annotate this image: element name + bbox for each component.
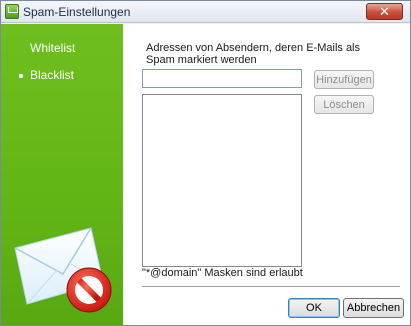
title-bar[interactable]: Spam-Einstellungen ✕ [1, 1, 410, 23]
address-input[interactable] [142, 69, 302, 88]
blocked-mail-icon [14, 227, 112, 313]
spam-settings-window: Spam-Einstellungen ✕ Whitelist Blacklist [0, 0, 411, 326]
close-button[interactable]: ✕ [366, 3, 403, 20]
selected-bullet-icon [19, 74, 23, 78]
app-icon [5, 4, 19, 19]
address-list[interactable] [142, 94, 302, 267]
add-button[interactable]: Hinzufügen [314, 70, 374, 89]
ok-button[interactable]: OK [288, 298, 340, 318]
cancel-button[interactable]: Abbrechen [343, 298, 404, 318]
delete-button[interactable]: Löschen [314, 95, 374, 114]
mask-hint: "*@domain" Masken sind erlaubt [142, 267, 303, 279]
sidebar-item-blacklist[interactable]: Blacklist [30, 68, 74, 82]
sidebar-item-whitelist[interactable]: Whitelist [30, 41, 75, 55]
blacklist-panel: Adressen von Absendern, deren E-Mails al… [124, 24, 410, 325]
close-icon: ✕ [379, 4, 390, 19]
prompt-text: Adressen von Absendern, deren E-Mails al… [146, 42, 361, 66]
divider [142, 286, 400, 287]
sidebar: Whitelist Blacklist [1, 24, 123, 325]
window-title: Spam-Einstellungen [23, 5, 131, 19]
